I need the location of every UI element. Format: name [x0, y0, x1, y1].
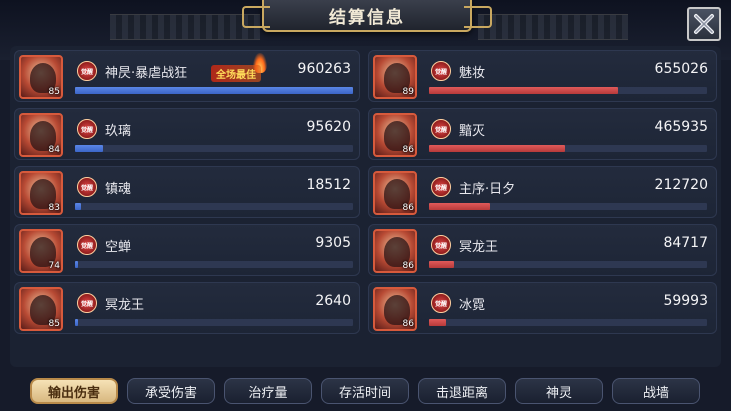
damage-value: 9305	[315, 235, 351, 251]
hero-avatar[interactable]: 85	[19, 287, 63, 331]
hero-name: 神昃·暴虐战狂	[105, 66, 188, 81]
tab-healing[interactable]: 治疗量	[224, 378, 312, 404]
damage-bar	[75, 87, 353, 94]
close-x-icon	[694, 14, 714, 34]
damage-value: 465935	[654, 119, 708, 135]
hero-name: 冰霓	[459, 298, 486, 313]
hero-avatar[interactable]: 86	[373, 229, 417, 273]
awaken-badge: 觉醒	[77, 293, 97, 313]
hero-avatar[interactable]: 84	[19, 113, 63, 157]
damage-bar	[429, 319, 707, 326]
awaken-badge: 觉醒	[77, 119, 97, 139]
damage-value: 59993	[663, 293, 708, 309]
damage-value: 84717	[663, 235, 708, 251]
results-panel: 85 觉醒 神昃·暴虐战狂 全场最佳 960263 84 觉醒 玖璃 95620…	[10, 46, 721, 367]
hero-name: 黯灭	[459, 124, 486, 139]
close-button[interactable]	[687, 7, 721, 41]
ally-row: 74 觉醒 空蝉 9305	[14, 224, 360, 276]
decorative-border-left	[110, 14, 260, 40]
awaken-badge: 觉醒	[77, 235, 97, 255]
tab-damage-taken[interactable]: 承受伤害	[127, 378, 215, 404]
damage-bar	[429, 87, 707, 94]
hero-avatar[interactable]: 74	[19, 229, 63, 273]
damage-value: 2640	[315, 293, 351, 309]
page-title: 结算信息	[329, 7, 405, 28]
enemy-row: 86 觉醒 冰霓 59993	[368, 282, 717, 334]
damage-value: 95620	[306, 119, 351, 135]
awaken-badge: 觉醒	[431, 61, 451, 81]
damage-bar	[75, 261, 353, 268]
title-plate: 结算信息	[242, 0, 492, 32]
awaken-badge: 觉醒	[431, 119, 451, 139]
tab-spirit[interactable]: 神灵	[515, 378, 603, 404]
hero-avatar[interactable]: 86	[373, 171, 417, 215]
stat-tabs: 输出伤害 承受伤害 治疗量 存活时间 击退距离 神灵 战墙	[30, 378, 710, 404]
awaken-badge: 觉醒	[431, 177, 451, 197]
damage-bar	[429, 203, 707, 210]
damage-bar	[429, 145, 707, 152]
enemy-row: 86 觉醒 主序·日夕 212720	[368, 166, 717, 218]
hero-name: 玖璃	[105, 124, 132, 139]
ally-row: 85 觉醒 冥龙王 2640	[14, 282, 360, 334]
awaken-badge: 觉醒	[431, 235, 451, 255]
hero-avatar[interactable]: 86	[373, 113, 417, 157]
enemy-row: 86 觉醒 黯灭 465935	[368, 108, 717, 160]
hero-name: 空蝉	[105, 240, 132, 255]
hero-avatar[interactable]: 89	[373, 55, 417, 99]
hero-name: 镇魂	[105, 182, 132, 197]
awaken-badge: 觉醒	[77, 177, 97, 197]
ally-row: 85 觉醒 神昃·暴虐战狂 全场最佳 960263	[14, 50, 360, 102]
hero-avatar[interactable]: 85	[19, 55, 63, 99]
damage-value: 655026	[654, 61, 708, 77]
decorative-border-right	[478, 14, 628, 40]
awaken-badge: 觉醒	[431, 293, 451, 313]
tab-damage-dealt[interactable]: 输出伤害	[30, 378, 118, 404]
enemy-row: 86 觉醒 冥龙王 84717	[368, 224, 717, 276]
awaken-badge: 觉醒	[77, 61, 97, 81]
tab-war-wall[interactable]: 战墙	[612, 378, 700, 404]
damage-bar	[429, 261, 707, 268]
ally-row: 83 觉醒 镇魂 18512	[14, 166, 360, 218]
damage-value: 212720	[654, 177, 708, 193]
hero-name: 主序·日夕	[459, 182, 516, 197]
mvp-badge: 全场最佳	[211, 65, 261, 82]
hero-avatar[interactable]: 83	[19, 171, 63, 215]
hero-avatar[interactable]: 86	[373, 287, 417, 331]
ally-row: 84 觉醒 玖璃 95620	[14, 108, 360, 160]
damage-value: 18512	[306, 177, 351, 193]
hero-name: 冥龙王	[459, 240, 499, 255]
enemy-row: 89 觉醒 魅妆 655026	[368, 50, 717, 102]
damage-bar	[75, 203, 353, 210]
tab-knockback[interactable]: 击退距离	[418, 378, 506, 404]
hero-name: 冥龙王	[105, 298, 145, 313]
damage-bar	[75, 319, 353, 326]
tab-survival-time[interactable]: 存活时间	[321, 378, 409, 404]
damage-value: 960263	[297, 61, 351, 77]
hero-name: 魅妆	[459, 66, 486, 81]
damage-bar	[75, 145, 353, 152]
